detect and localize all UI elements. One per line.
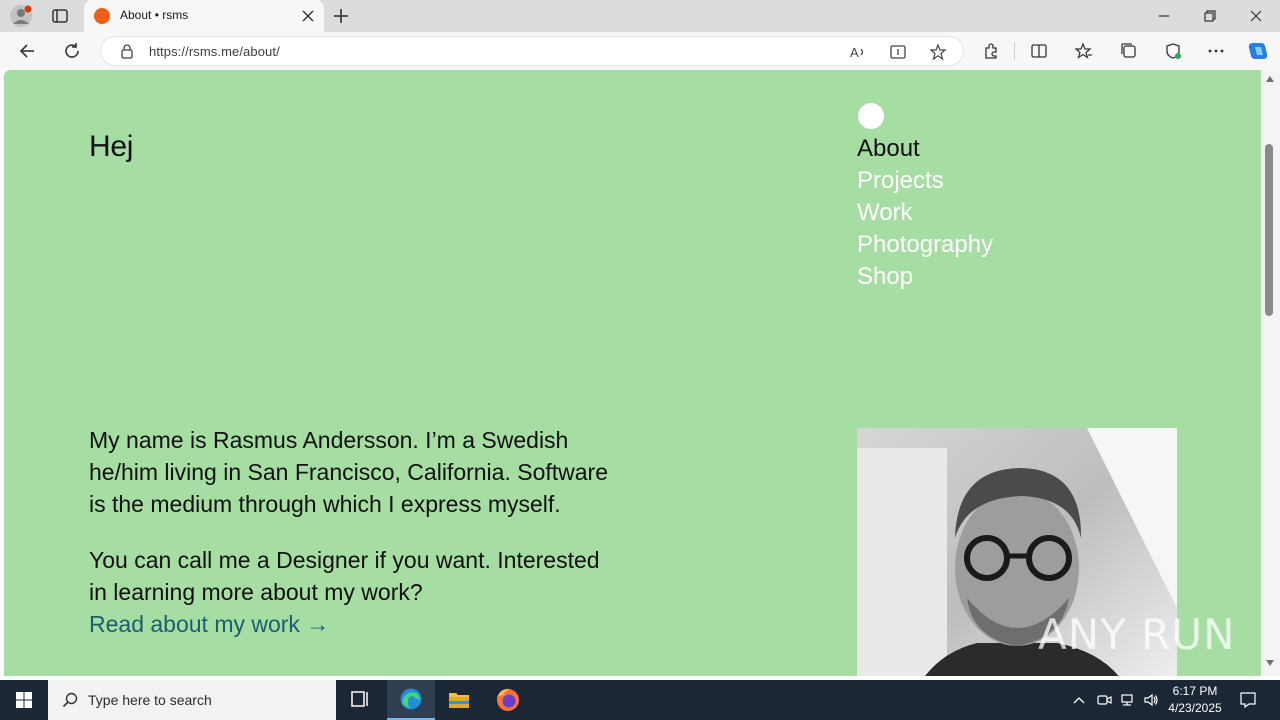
site-nav: About Projects Work Photography Shop bbox=[857, 133, 993, 293]
restore-icon[interactable] bbox=[1202, 8, 1218, 24]
refresh-icon[interactable] bbox=[63, 42, 81, 60]
edge-browser-icon[interactable] bbox=[387, 680, 435, 720]
minimize-icon[interactable] bbox=[1156, 8, 1172, 24]
svg-text:A: A bbox=[850, 45, 859, 60]
more-options-icon[interactable] bbox=[1207, 42, 1225, 60]
bio-section: My name is Rasmus Andersson. I’m a Swedi… bbox=[89, 424, 609, 640]
lock-icon[interactable] bbox=[119, 43, 135, 59]
close-window-icon[interactable] bbox=[1248, 8, 1264, 24]
url-text[interactable]: https://rsms.me/about/ bbox=[149, 44, 280, 59]
browser-essentials-icon[interactable] bbox=[1164, 42, 1182, 60]
clock-time: 6:17 PM bbox=[1172, 684, 1218, 698]
favorite-star-icon[interactable] bbox=[929, 43, 947, 61]
immersive-reader-icon[interactable] bbox=[889, 43, 907, 61]
site-logo-dot[interactable] bbox=[858, 103, 884, 129]
toolbar-separator bbox=[1014, 42, 1015, 60]
search-icon bbox=[62, 692, 78, 708]
nav-item-work[interactable]: Work bbox=[857, 197, 993, 229]
read-aloud-icon[interactable]: A bbox=[849, 43, 867, 61]
windows-taskbar: Type here to search 6:17 PM 4/23/2025 bbox=[0, 680, 1280, 720]
tray-chevron-up-icon[interactable] bbox=[1071, 692, 1087, 708]
nav-item-about[interactable]: About bbox=[857, 133, 993, 165]
windows-start-icon[interactable] bbox=[0, 680, 48, 720]
profile-avatar-icon[interactable] bbox=[10, 5, 32, 27]
browser-toolbar: https://rsms.me/about/ A bbox=[0, 32, 1280, 70]
firefox-icon[interactable] bbox=[484, 680, 532, 720]
bio-paragraph-2: You can call me a Designer if you want. … bbox=[89, 544, 609, 640]
tab-about[interactable]: About • rsms bbox=[84, 0, 324, 32]
page-scrollbar[interactable] bbox=[1261, 70, 1280, 676]
page-viewport: Hej About Projects Work Photography Shop… bbox=[4, 70, 1261, 676]
copilot-icon[interactable] bbox=[1247, 40, 1269, 62]
scrollbar-thumb[interactable] bbox=[1265, 144, 1273, 316]
volume-icon[interactable] bbox=[1143, 692, 1159, 708]
taskbar-search-box[interactable]: Type here to search bbox=[48, 680, 336, 720]
rsms-favicon-icon bbox=[94, 8, 110, 24]
back-arrow-icon[interactable] bbox=[18, 42, 36, 60]
notifications-icon[interactable] bbox=[1239, 691, 1257, 709]
favorites-icon[interactable] bbox=[1075, 42, 1093, 60]
close-tab-icon[interactable] bbox=[302, 10, 314, 22]
watermark-text: ANY RUN bbox=[1038, 610, 1236, 659]
page-heading: Hej bbox=[89, 130, 134, 163]
tab-actions-icon[interactable] bbox=[50, 6, 70, 26]
taskbar-clock[interactable]: 6:17 PM 4/23/2025 bbox=[1164, 683, 1226, 717]
bio-paragraph-2-text: You can call me a Designer if you want. … bbox=[89, 547, 600, 605]
network-icon[interactable] bbox=[1119, 692, 1135, 708]
tab-title: About • rsms bbox=[120, 8, 189, 22]
new-tab-icon[interactable] bbox=[332, 7, 350, 25]
extensions-icon[interactable] bbox=[982, 42, 1000, 60]
collections-icon[interactable] bbox=[1120, 42, 1138, 60]
meet-now-icon[interactable] bbox=[1096, 692, 1112, 708]
tab-strip: About • rsms bbox=[0, 0, 1280, 32]
task-view-icon[interactable] bbox=[336, 680, 384, 720]
address-bar[interactable]: https://rsms.me/about/ A bbox=[100, 36, 964, 66]
split-screen-icon[interactable] bbox=[1030, 42, 1048, 60]
scroll-down-arrow-icon[interactable] bbox=[1266, 660, 1274, 666]
nav-item-projects[interactable]: Projects bbox=[857, 165, 993, 197]
read-about-work-link[interactable]: Read about my work → bbox=[89, 611, 329, 637]
nav-item-shop[interactable]: Shop bbox=[857, 261, 993, 293]
search-placeholder: Type here to search bbox=[88, 692, 212, 708]
nav-item-photography[interactable]: Photography bbox=[857, 229, 993, 261]
file-explorer-icon[interactable] bbox=[435, 680, 483, 720]
bio-paragraph-1: My name is Rasmus Andersson. I’m a Swedi… bbox=[89, 427, 609, 517]
scroll-up-arrow-icon[interactable] bbox=[1266, 76, 1274, 82]
clock-date: 4/23/2025 bbox=[1168, 701, 1222, 715]
